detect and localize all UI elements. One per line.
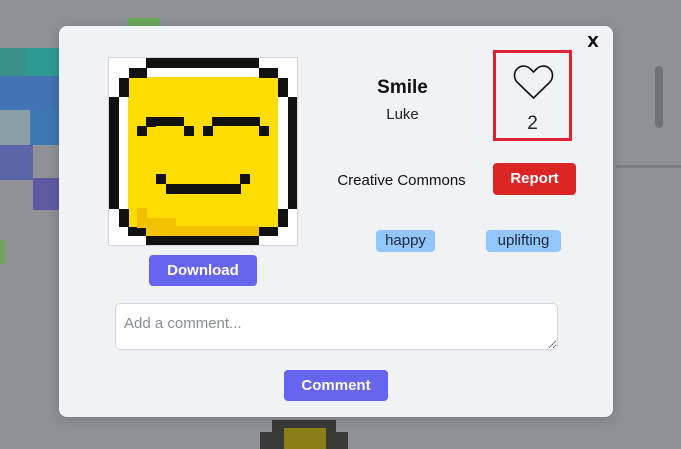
close-button[interactable]: X: [584, 32, 602, 52]
artwork-image: [108, 57, 298, 246]
background-scroll-handle: [655, 66, 663, 128]
background-pixel-art: [0, 110, 30, 145]
background-pixel-art: [0, 145, 33, 180]
tag-uplifting[interactable]: uplifting: [486, 230, 561, 252]
comment-button[interactable]: Comment: [284, 370, 388, 401]
background-pixel-art: [30, 110, 59, 145]
download-button[interactable]: Download: [149, 255, 257, 286]
background-smiley-art: [260, 420, 348, 449]
comment-input[interactable]: [115, 303, 558, 350]
license-label: Creative Commons: [337, 172, 466, 189]
background-pixel-art: [0, 240, 6, 264]
like-count: 2: [527, 113, 538, 134]
background-pixel-art: [0, 76, 59, 110]
background-divider: [616, 165, 681, 168]
background-pixel-art: [0, 48, 25, 76]
report-button[interactable]: Report: [493, 163, 576, 195]
like-button[interactable]: 2: [493, 50, 572, 141]
artwork-title: Smile: [377, 77, 428, 98]
tag-happy[interactable]: happy: [376, 230, 435, 252]
artwork-modal: X Download Smile Luke 2 Creative Commons…: [59, 26, 613, 417]
smiley-pixel-art: [109, 58, 297, 245]
background-pixel-art: [128, 18, 160, 26]
heart-icon: [513, 65, 554, 99]
background-pixel-art: [25, 48, 59, 76]
background-pixel-art: [33, 178, 59, 210]
artwork-author: Luke: [386, 106, 419, 123]
